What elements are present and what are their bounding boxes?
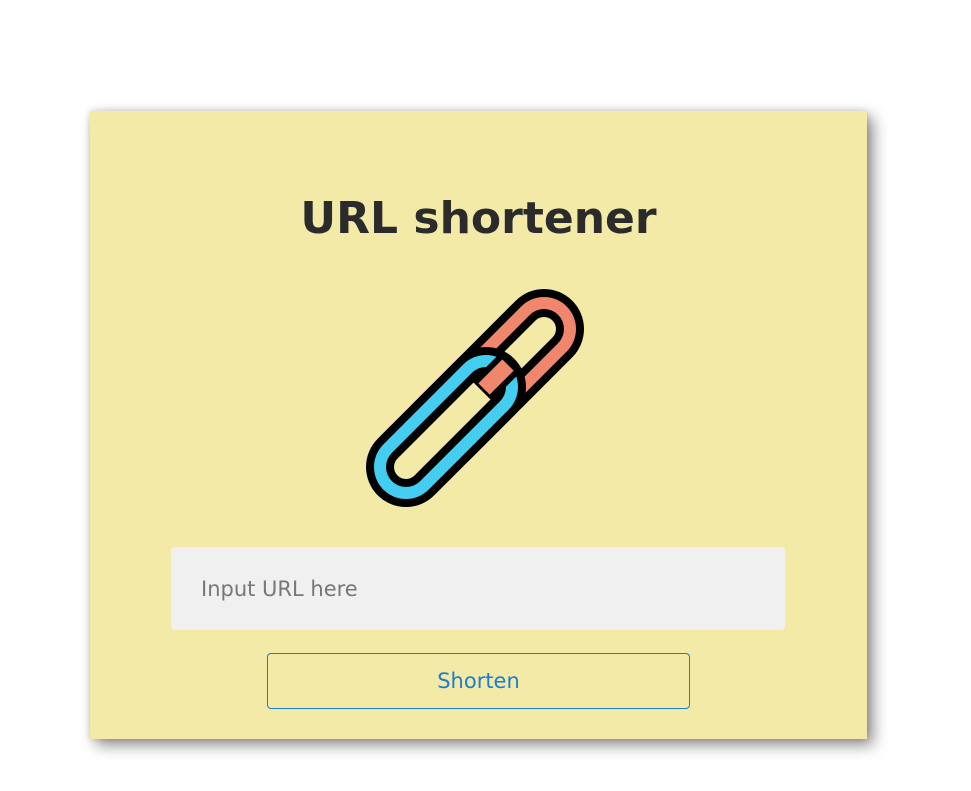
- page-title: URL shortener: [300, 193, 657, 244]
- shortener-card: URL shortener Shorten: [90, 111, 867, 739]
- url-input[interactable]: [171, 547, 785, 630]
- link-overlap-shape: [472, 353, 520, 401]
- front-link-shape: [366, 347, 526, 507]
- chain-link-icon: [366, 289, 584, 507]
- shorten-button[interactable]: Shorten: [267, 653, 690, 709]
